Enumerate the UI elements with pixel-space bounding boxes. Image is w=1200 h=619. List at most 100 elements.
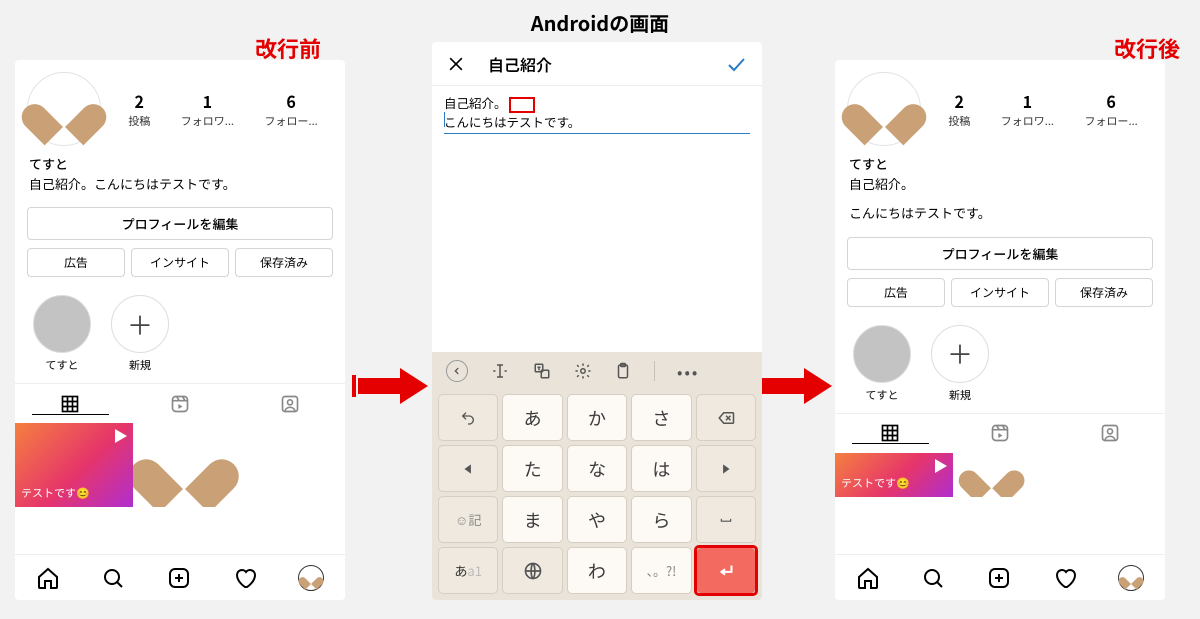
saved-button[interactable]: 保存済み [235, 248, 333, 277]
key-left[interactable] [438, 445, 498, 492]
key-sa[interactable]: さ [631, 394, 691, 441]
story-item[interactable]: てすと [853, 325, 911, 403]
home-icon [36, 566, 60, 590]
nav-activity[interactable] [1053, 566, 1077, 590]
heart-icon [973, 457, 1010, 491]
stat-label: フォロワ... [181, 113, 234, 129]
reels-icon [170, 394, 190, 414]
bio-textarea[interactable]: 自己紹介。 こんにちはテストです。 [432, 86, 762, 134]
story-label: てすと [33, 357, 91, 373]
key-undo[interactable] [438, 394, 498, 441]
tab-grid[interactable] [15, 394, 125, 414]
nav-create[interactable] [987, 566, 1011, 590]
stat-following[interactable]: 6 フォロー... [265, 89, 318, 129]
plus-icon: ＋ [931, 325, 989, 383]
plus-square-icon [987, 566, 1011, 590]
tagged-icon [280, 394, 300, 414]
key-mode[interactable]: あa1 [438, 547, 498, 594]
post-tile-image[interactable] [953, 453, 1059, 497]
key-ya[interactable]: や [567, 496, 627, 543]
triangle-right-icon [719, 462, 733, 476]
ads-button[interactable]: 広告 [847, 278, 945, 307]
nav-create[interactable] [167, 566, 191, 590]
stat-label: フォロー... [1085, 113, 1138, 129]
key-ka[interactable]: か [567, 394, 627, 441]
bio-line: こんにちはテストです。 [444, 112, 580, 131]
close-button[interactable] [446, 54, 466, 74]
search-icon [921, 566, 945, 590]
key-a[interactable]: あ [502, 394, 562, 441]
tab-tagged[interactable] [1055, 423, 1165, 443]
stat-posts[interactable]: 2 投稿 [128, 89, 150, 129]
post-caption: テストです😊 [841, 475, 910, 491]
profile-avatar[interactable] [847, 72, 921, 146]
insights-button[interactable]: インサイト [951, 278, 1049, 307]
story-new[interactable]: ＋ 新規 [931, 325, 989, 403]
post-tile-reel[interactable]: テストです😊 [15, 423, 133, 507]
stat-count: 1 [1001, 89, 1054, 113]
key-enter[interactable] [696, 547, 756, 594]
edit-profile-button[interactable]: プロフィールを編集 [847, 237, 1153, 270]
kb-tool-more[interactable]: ••• [677, 359, 699, 383]
key-backspace[interactable] [696, 394, 756, 441]
key-space[interactable] [696, 496, 756, 543]
nav-profile[interactable] [1118, 565, 1144, 591]
profile-username: てすと [849, 154, 1151, 174]
key-wa[interactable]: わ [567, 547, 627, 594]
nav-search[interactable] [101, 566, 125, 590]
tab-reels[interactable] [125, 394, 235, 414]
gear-icon [574, 362, 592, 380]
clipboard-icon [614, 362, 632, 380]
post-tile-reel[interactable]: テストです😊 [835, 453, 953, 497]
nav-activity[interactable] [233, 566, 257, 590]
plus-icon: ＋ [111, 295, 169, 353]
nav-home[interactable] [856, 566, 880, 590]
key-ma[interactable]: ま [502, 496, 562, 543]
undo-icon [457, 410, 479, 426]
story-thumb [33, 295, 91, 353]
ads-button[interactable]: 広告 [27, 248, 125, 277]
story-new[interactable]: ＋ 新規 [111, 295, 169, 373]
key-ta[interactable]: た [502, 445, 562, 492]
kb-tool-clipboard[interactable] [614, 362, 632, 380]
key-globe[interactable] [502, 547, 562, 594]
key-punct[interactable]: 、。?! [631, 547, 691, 594]
profile-bio-line1: 自己紹介。 [849, 174, 1151, 194]
stat-following[interactable]: 6 フォロー... [1085, 89, 1138, 129]
nav-search[interactable] [921, 566, 945, 590]
tab-reels[interactable] [945, 423, 1055, 443]
highlight-box [509, 97, 535, 113]
stat-label: フォロワ... [1001, 113, 1054, 129]
key-emoji[interactable]: ☺記 [438, 496, 498, 543]
stat-count: 2 [948, 89, 970, 113]
key-na[interactable]: な [567, 445, 627, 492]
kb-tool-cursor[interactable] [490, 362, 510, 380]
avatar-icon [298, 565, 324, 591]
edit-profile-button[interactable]: プロフィールを編集 [27, 207, 333, 240]
nav-home[interactable] [36, 566, 60, 590]
story-item[interactable]: てすと [33, 295, 91, 373]
key-right[interactable] [696, 445, 756, 492]
stat-followers[interactable]: 1 フォロワ... [181, 89, 234, 129]
tab-tagged[interactable] [235, 394, 345, 414]
tab-grid[interactable] [835, 423, 945, 443]
globe-icon [523, 561, 543, 581]
stat-followers[interactable]: 1 フォロワ... [1001, 89, 1054, 129]
insights-button[interactable]: インサイト [131, 248, 229, 277]
key-ha[interactable]: は [631, 445, 691, 492]
profile-avatar[interactable] [27, 72, 101, 146]
reels-icon [990, 423, 1010, 443]
kb-back-button[interactable] [446, 360, 468, 382]
kb-tool-settings[interactable] [574, 362, 592, 380]
profile-bio: 自己紹介。こんにちはテストです。 [29, 174, 331, 194]
kb-tool-translate[interactable] [532, 362, 552, 380]
stat-count: 1 [181, 89, 234, 113]
nav-profile[interactable] [298, 565, 324, 591]
stat-posts[interactable]: 2 投稿 [948, 89, 970, 129]
saved-button[interactable]: 保存済み [1055, 278, 1153, 307]
key-ra[interactable]: ら [631, 496, 691, 543]
post-caption: テストです😊 [21, 485, 90, 501]
grid-icon [60, 394, 80, 414]
post-tile-image[interactable] [133, 423, 239, 507]
confirm-button[interactable] [724, 52, 748, 76]
